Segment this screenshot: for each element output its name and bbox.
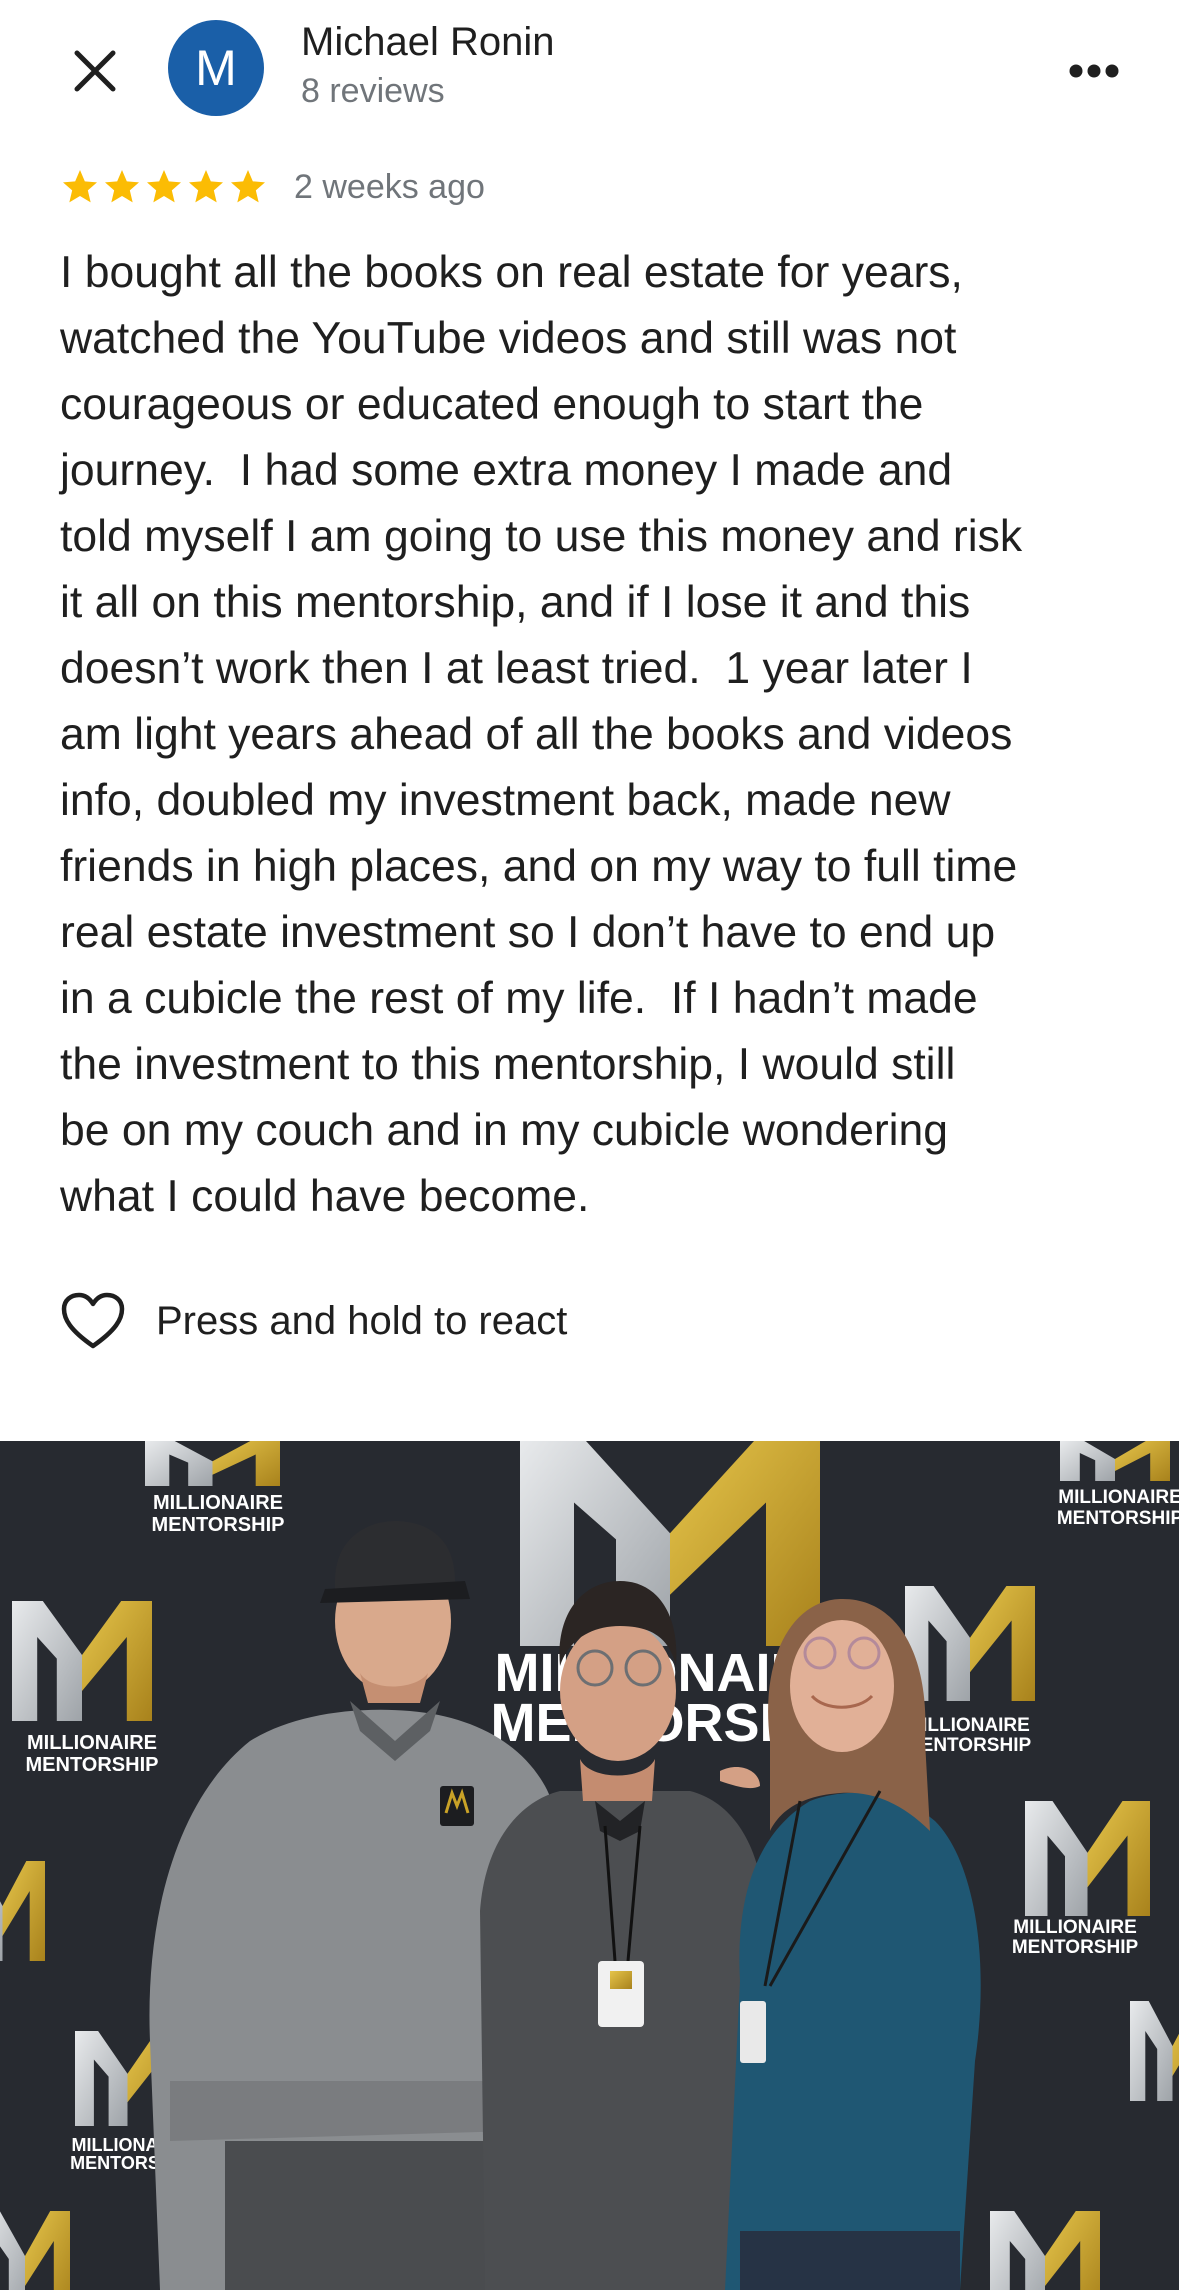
star-icon	[147, 170, 181, 203]
avatar[interactable]: M	[168, 20, 264, 116]
review-body: I bought all the books on real estate fo…	[60, 248, 1023, 1221]
backdrop-brand-line1: MILLIONAIRE	[1013, 1917, 1137, 1938]
star-icon	[105, 170, 139, 203]
backdrop-brand-line1: MILLIONAIRE	[27, 1732, 157, 1754]
react-label: Press and hold to react	[156, 1298, 568, 1343]
more-vert-icon	[1069, 64, 1119, 78]
backdrop-brand-line1: MILLIONAIRE	[153, 1492, 283, 1514]
star-icon	[231, 170, 265, 203]
review-photo[interactable]: MILLIONAIRE MENTORSHIP MILLIONAIRE MENTO…	[0, 1441, 1179, 2290]
backdrop-brand-line1: MILLIONAIRE	[1058, 1487, 1179, 1508]
reviewer-review-count: 8 reviews	[301, 72, 445, 110]
rating-row: 2 weeks ago	[60, 164, 485, 210]
star-icon	[63, 170, 97, 203]
reviewer-name[interactable]: Michael Ronin	[301, 20, 554, 65]
backdrop-brand-line2: MENTORSHIP	[1012, 1937, 1139, 1958]
more-options-button[interactable]	[1059, 36, 1129, 106]
avatar-letter: M	[195, 40, 237, 96]
review-header: M Michael Ronin 8 reviews	[0, 0, 1179, 150]
star-icon	[189, 170, 223, 203]
react-button[interactable]: Press and hold to react	[60, 1288, 567, 1354]
backdrop-brand-line2: MENTORSHIP	[152, 1514, 285, 1536]
photo-scene: MILLIONAIRE MENTORSHIP MILLIONAIRE MENTO…	[0, 1441, 1179, 2290]
backdrop-brand-line2: MENTORSHIP	[1057, 1508, 1179, 1529]
close-icon	[74, 50, 116, 92]
close-button[interactable]	[60, 36, 130, 106]
heart-outline-icon	[61, 1292, 125, 1349]
review-date: 2 weeks ago	[294, 167, 485, 206]
star-rating	[60, 167, 268, 207]
backdrop-brand-line2: MENTORSHIP	[26, 1754, 159, 1776]
